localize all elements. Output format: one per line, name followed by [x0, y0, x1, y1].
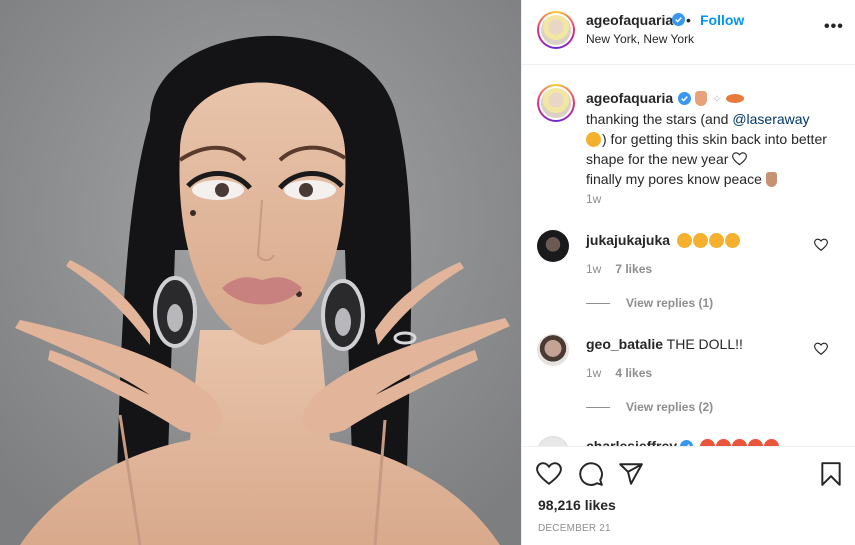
caption-username[interactable]: ageofaquaria: [586, 90, 673, 106]
author-username[interactable]: ageofaquaria: [586, 12, 673, 28]
post-date[interactable]: DECEMBER 21: [538, 523, 611, 534]
comment-meta: 1w 4 likes: [586, 366, 652, 380]
likes-count[interactable]: 98,216 likes: [538, 497, 616, 513]
peace-hand-emoji-icon: [765, 172, 777, 187]
bookmark-icon[interactable]: [818, 461, 844, 487]
comments-list[interactable]: ageofaquaria ✧ thanking the stars (and @…: [522, 66, 855, 446]
header-separator: •: [686, 12, 691, 28]
post-photo[interactable]: [0, 0, 521, 545]
caption-text-2: ) for getting this skin back into better…: [586, 131, 827, 167]
post-side-panel: ageofaquaria • Follow New York, New York…: [521, 0, 855, 545]
instagram-post: ageofaquaria • Follow New York, New York…: [0, 0, 855, 545]
like-comment-heart-icon[interactable]: [814, 342, 828, 356]
more-options-icon[interactable]: •••: [824, 18, 844, 36]
caption-avatar[interactable]: [537, 84, 575, 122]
comment-icon[interactable]: [578, 461, 604, 487]
comment-time[interactable]: 1w: [586, 262, 601, 276]
planet-emoji-icon: [725, 94, 744, 103]
comment-text: charlesjeffrey: [586, 438, 780, 446]
view-replies-button[interactable]: View replies (1): [586, 296, 713, 310]
heart-eyes-emoji-icon: [724, 233, 740, 248]
commenter-avatar[interactable]: [537, 230, 569, 262]
heart-eyes-emoji-icon: [731, 439, 747, 446]
commenter-avatar[interactable]: [537, 334, 569, 366]
heart-eyes-emoji-icon: [692, 233, 708, 248]
heart-eyes-emoji-icon: [708, 233, 724, 248]
caption-time[interactable]: 1w: [586, 192, 601, 206]
post-actions: 98,216 likes DECEMBER 21: [522, 446, 855, 545]
follow-button[interactable]: Follow: [700, 12, 744, 28]
verified-badge-icon: [672, 13, 685, 26]
caption-text-3: finally my pores know peace: [586, 171, 766, 187]
post-location[interactable]: New York, New York: [586, 32, 694, 46]
commenter-username[interactable]: charlesjeffrey: [586, 438, 677, 446]
comment-text: jukajukajuka: [586, 232, 741, 248]
comment-likes[interactable]: 4 likes: [615, 366, 652, 380]
heart-icon[interactable]: [536, 461, 562, 487]
post-caption: ageofaquaria ✧ thanking the stars (and @…: [586, 88, 836, 189]
commenter-username[interactable]: jukajukajuka: [586, 232, 670, 248]
hand-emoji-icon: [695, 91, 708, 106]
share-icon[interactable]: [618, 461, 644, 487]
portrait-image: [0, 0, 521, 545]
comment-text: geo_batalie THE DOLL!!: [586, 336, 743, 352]
author-avatar[interactable]: [537, 11, 575, 49]
heart-eyes-emoji-icon: [676, 233, 692, 248]
heart-eyes-emoji-icon: [763, 439, 779, 446]
caption-text-1: thanking the stars (and: [586, 111, 733, 127]
commenter-username[interactable]: geo_batalie: [586, 336, 663, 352]
view-replies-button[interactable]: View replies (2): [586, 400, 713, 414]
caption-mention[interactable]: @laseraway: [732, 111, 809, 127]
smiling-face-emoji-icon: [586, 132, 601, 147]
comment-likes[interactable]: 7 likes: [615, 262, 652, 276]
sparkle-emoji-icon: ✧: [711, 92, 722, 106]
commenter-avatar[interactable]: [537, 436, 569, 446]
heart-eyes-emoji-icon: [699, 439, 715, 446]
comment-body: THE DOLL!!: [666, 336, 743, 352]
heart-eyes-emoji-icon: [715, 439, 731, 446]
comment-meta: 1w 7 likes: [586, 262, 652, 276]
verified-badge-icon: [678, 92, 692, 105]
like-comment-heart-icon[interactable]: [814, 238, 828, 252]
heart-eyes-emoji-icon: [747, 439, 763, 446]
comment-time[interactable]: 1w: [586, 366, 601, 380]
white-heart-emoji-icon: [732, 152, 748, 166]
post-header: ageofaquaria • Follow New York, New York…: [522, 0, 855, 65]
